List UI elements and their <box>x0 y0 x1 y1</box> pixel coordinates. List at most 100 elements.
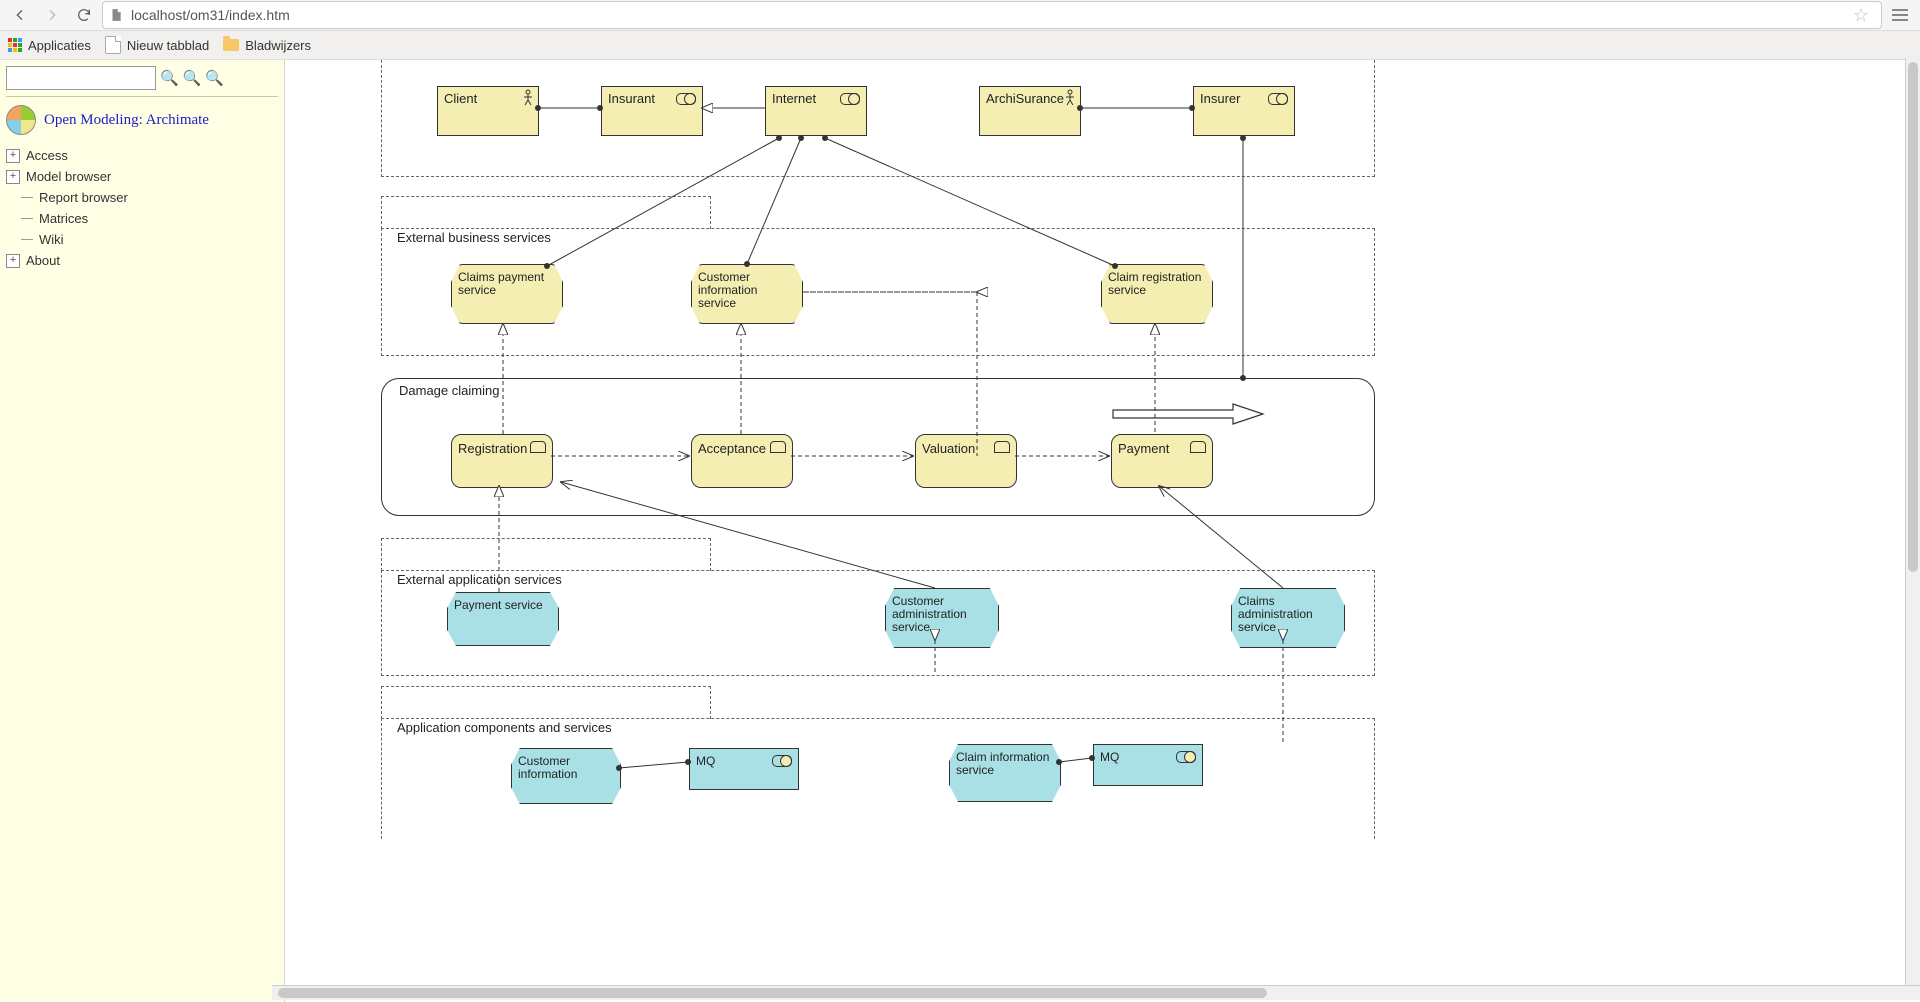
role-icon <box>676 93 696 105</box>
process-icon <box>1190 441 1206 453</box>
service-cust-info[interactable]: Customer information service <box>691 264 803 324</box>
service-label: Claim registration service <box>1108 270 1201 297</box>
tree-line-icon <box>21 218 33 219</box>
actor-client[interactable]: Client <box>437 86 539 136</box>
appsvc-label: Payment service <box>454 598 543 612</box>
apps-icon <box>8 38 22 52</box>
process-icon <box>994 441 1010 453</box>
scrollbar-thumb[interactable] <box>278 988 1267 998</box>
sidebar-item-report-browser[interactable]: Report browser <box>6 187 278 208</box>
sidebar-item-matrices[interactable]: Matrices <box>6 208 278 229</box>
group-ext-app-title <box>381 538 711 571</box>
group-app-comp-label: Application components and services <box>393 720 616 735</box>
group-app-comp-title <box>381 686 711 719</box>
process-icon <box>770 441 786 453</box>
group-ext-bus-label: External business services <box>393 230 555 245</box>
bookmark-folder-label: Bladwijzers <box>245 38 311 53</box>
zoom-in-icon[interactable]: 🔍 <box>160 69 179 87</box>
actor-label: Insurer <box>1200 91 1240 106</box>
role-icon <box>1176 751 1196 763</box>
flow-arrow-icon <box>1111 402 1271 429</box>
process-valuation[interactable]: Valuation <box>915 434 1017 488</box>
process-registration[interactable]: Registration <box>451 434 553 488</box>
comp-label: Customer information <box>518 754 577 781</box>
reload-button[interactable] <box>70 1 98 29</box>
url-input[interactable] <box>129 6 1841 24</box>
bookmark-star-icon[interactable]: ☆ <box>1853 5 1869 26</box>
sidebar-item-model-browser[interactable]: + Model browser <box>6 166 278 187</box>
process-icon <box>530 441 546 453</box>
divider <box>6 96 278 97</box>
service-label: Customer information service <box>698 270 757 310</box>
comp-label: MQ <box>1100 750 1119 764</box>
sidebar-item-about[interactable]: + About <box>6 250 278 271</box>
diagram-canvas[interactable]: Client Insurant Internet ArchiSurance In… <box>285 60 1905 1000</box>
bookmarks-bar: Applicaties Nieuw tabblad Bladwijzers <box>0 31 1920 60</box>
sidebar-search-row: 🔍 🔍 🔍 <box>6 66 278 90</box>
bookmark-apps[interactable]: Applicaties <box>8 38 91 53</box>
service-claim-reg[interactable]: Claim registration service <box>1101 264 1213 324</box>
sidebar-item-label: Model browser <box>26 169 111 184</box>
comp-mq2[interactable]: MQ <box>1093 744 1203 786</box>
role-icon <box>840 93 860 105</box>
tree-line-icon <box>21 239 33 240</box>
sidebar-item-wiki[interactable]: Wiki <box>6 229 278 250</box>
bookmark-folder[interactable]: Bladwijzers <box>223 38 311 53</box>
expand-icon[interactable]: + <box>6 149 20 163</box>
scrollbar-thumb[interactable] <box>1908 62 1918 572</box>
comp-mq1[interactable]: MQ <box>689 748 799 790</box>
horizontal-scrollbar[interactable] <box>272 985 1920 1000</box>
process-label: Valuation <box>922 441 975 456</box>
service-claims-payment[interactable]: Claims payment service <box>451 264 563 324</box>
actor-icon <box>1064 89 1076 110</box>
comp-claim-info[interactable]: Claim information service <box>949 744 1061 802</box>
vertical-scrollbar[interactable] <box>1905 58 1920 986</box>
service-label: Claims payment service <box>458 270 544 297</box>
appsvc-cust-admin[interactable]: Customer administration service <box>885 588 999 648</box>
appsvc-label: Claims administration service <box>1238 594 1313 634</box>
actor-label: Client <box>444 91 477 106</box>
bookmark-newtab-label: Nieuw tabblad <box>127 38 209 53</box>
url-bar[interactable]: ☆ <box>102 1 1882 29</box>
actor-icon <box>522 89 534 110</box>
actor-label: Internet <box>772 91 816 106</box>
app-title: Open Modeling: Archimate <box>6 105 278 135</box>
page-icon <box>109 8 123 22</box>
tree-line-icon <box>21 197 33 198</box>
comp-label: Claim information service <box>956 750 1049 777</box>
appsvc-claims-admin[interactable]: Claims administration service <box>1231 588 1345 648</box>
actor-label: ArchiSurance <box>986 91 1064 106</box>
search-input[interactable] <box>6 66 156 90</box>
actor-archisurance[interactable]: ArchiSurance <box>979 86 1081 136</box>
comp-cust-info[interactable]: Customer information <box>511 748 621 804</box>
menu-button[interactable] <box>1886 1 1914 29</box>
process-label: Acceptance <box>698 441 766 456</box>
zoom-out-icon[interactable]: 🔍 <box>183 69 202 87</box>
app-title-link[interactable]: Open Modeling: Archimate <box>44 112 209 129</box>
expand-icon[interactable]: + <box>6 170 20 184</box>
diagram-canvas-wrap[interactable]: Client Insurant Internet ArchiSurance In… <box>285 60 1920 1002</box>
page-icon <box>105 36 121 54</box>
back-button[interactable] <box>6 1 34 29</box>
expand-icon[interactable]: + <box>6 254 20 268</box>
role-internet[interactable]: Internet <box>765 86 867 136</box>
comp-label: MQ <box>696 754 715 768</box>
role-icon <box>772 755 792 767</box>
group-ext-bus-title <box>381 196 711 229</box>
process-payment[interactable]: Payment <box>1111 434 1213 488</box>
role-insurer[interactable]: Insurer <box>1193 86 1295 136</box>
sidebar-item-access[interactable]: +Access <box>6 145 278 166</box>
role-icon <box>1268 93 1288 105</box>
forward-button[interactable] <box>38 1 66 29</box>
role-insurant[interactable]: Insurant <box>601 86 703 136</box>
find-person-icon[interactable]: 🔍 <box>205 69 224 87</box>
process-label: Payment <box>1118 441 1169 456</box>
sidebar-item-label: Report browser <box>39 190 128 205</box>
bookmark-new-tab[interactable]: Nieuw tabblad <box>105 36 209 54</box>
bookmark-apps-label: Applicaties <box>28 38 91 53</box>
process-label: Registration <box>458 441 527 456</box>
process-acceptance[interactable]: Acceptance <box>691 434 793 488</box>
folder-icon <box>223 39 239 51</box>
sidebar-item-label: About <box>26 253 60 268</box>
appsvc-payment[interactable]: Payment service <box>447 592 559 646</box>
